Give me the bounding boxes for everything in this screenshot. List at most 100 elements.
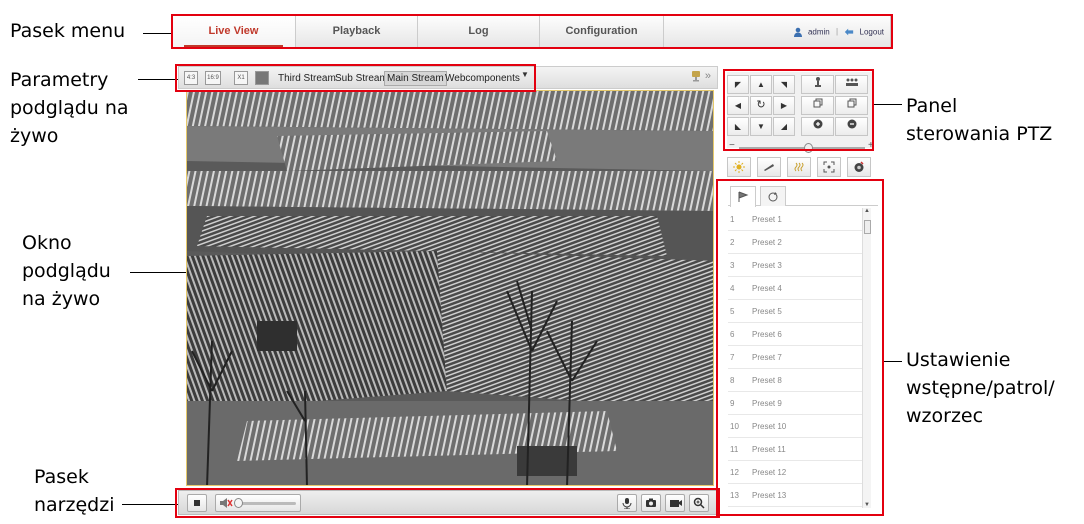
aspect-4-3-button[interactable]: 4:3 — [184, 71, 198, 85]
logout-icon[interactable] — [844, 27, 854, 37]
zoom-in-icon — [814, 77, 821, 87]
preset-name: Preset 5 — [752, 307, 782, 316]
live-view-params-bar: 4:3 16:9 X1 Third Stream Sub Stream Main… — [178, 66, 718, 89]
preset-row[interactable]: 2 Preset 2 — [728, 231, 862, 254]
annotation-line: żywo — [10, 125, 59, 147]
ptz-function-row — [727, 155, 877, 179]
preset-number: 4 — [730, 284, 735, 293]
focus-near-button[interactable] — [801, 96, 834, 115]
iris-close-button[interactable] — [835, 117, 868, 136]
original-size-button[interactable]: X1 — [234, 71, 248, 85]
figure: Pasek menu Parametry podglądu na żywo Ok… — [0, 0, 1084, 524]
toolbar — [178, 490, 718, 515]
tab-patrol[interactable] — [760, 186, 786, 206]
ptz-down-right-button[interactable]: ◢ — [773, 117, 795, 136]
digital-zoom-button[interactable] — [689, 494, 709, 512]
scroll-thumb[interactable] — [864, 220, 871, 234]
preset-row[interactable]: 1 Preset 1 — [728, 208, 862, 231]
sub-stream-button[interactable]: Sub Stream — [333, 71, 390, 86]
capture-button[interactable] — [641, 494, 661, 512]
preset-name: Preset 4 — [752, 284, 782, 293]
one-touch-focus-button[interactable] — [817, 157, 841, 177]
zoom-icon — [693, 497, 705, 509]
ptz-left-button[interactable]: ◀ — [727, 96, 749, 115]
audio-control — [215, 494, 301, 512]
heat-icon — [794, 162, 804, 172]
annotation-preset: Ustawienie wstępne/patrol/ wzorzec — [906, 346, 1055, 430]
preset-row[interactable]: 11 Preset 11 — [728, 438, 862, 461]
live-view-window[interactable] — [186, 90, 714, 486]
preset-row[interactable]: 12 Preset 12 — [728, 461, 862, 484]
wiper-button[interactable] — [757, 157, 781, 177]
heater-button[interactable] — [787, 157, 811, 177]
speed-plus-label: + — [868, 140, 874, 151]
preset-number: 8 — [730, 376, 735, 385]
focus-far-button[interactable] — [835, 96, 868, 115]
ptz-auto-button[interactable]: ↻ — [750, 96, 772, 115]
preset-row[interactable]: 8 Preset 8 — [728, 369, 862, 392]
separator: | — [835, 27, 839, 37]
record-button[interactable] — [665, 494, 685, 512]
preset-row[interactable]: 5 Preset 5 — [728, 300, 862, 323]
username: admin — [807, 27, 830, 37]
zoom-in-button[interactable] — [801, 75, 834, 94]
ptz-down-button[interactable]: ▼ — [750, 117, 772, 136]
preset-name: Preset 8 — [752, 376, 782, 385]
tab-preset[interactable] — [730, 186, 756, 207]
zoom-out-button[interactable] — [835, 75, 868, 94]
speed-track[interactable] — [739, 147, 865, 149]
menu-bar: Live View Playback Log Configuration adm… — [171, 15, 891, 48]
preset-number: 12 — [730, 468, 739, 477]
preset-number: 11 — [730, 445, 739, 454]
tab-playback[interactable]: Playback — [296, 16, 418, 47]
video-record-icon — [670, 500, 682, 507]
iris-close-icon — [847, 119, 856, 129]
chevron-down-icon[interactable]: ▼ — [521, 70, 529, 79]
preset-row[interactable]: 3 Preset 3 — [728, 254, 862, 277]
microphone-button[interactable] — [617, 494, 637, 512]
ptz-right-button[interactable]: ▶ — [773, 96, 795, 115]
speaker-muted-icon[interactable] — [219, 496, 233, 510]
ptz-up-right-button[interactable]: ◥ — [773, 75, 795, 94]
volume-slider[interactable] — [236, 502, 296, 505]
iris-open-button[interactable] — [801, 117, 834, 136]
tab-configuration[interactable]: Configuration — [540, 16, 664, 47]
light-button[interactable] — [727, 157, 751, 177]
preset-name: Preset 6 — [752, 330, 782, 339]
plugin-select[interactable]: Webcomponents — [443, 71, 522, 86]
stop-icon — [194, 500, 200, 506]
volume-thumb[interactable] — [234, 498, 243, 508]
preset-row[interactable]: 6 Preset 6 — [728, 323, 862, 346]
preset-scrollbar[interactable]: ▲ ▼ — [862, 208, 871, 508]
third-stream-button[interactable]: Third Stream — [276, 71, 338, 86]
preset-row[interactable]: 13 Preset 13 — [728, 484, 862, 507]
preset-row[interactable]: 9 Preset 9 — [728, 392, 862, 415]
ptz-up-left-button[interactable]: ◤ — [727, 75, 749, 94]
stop-button[interactable] — [187, 494, 207, 512]
aspect-16-9-button[interactable]: 16:9 — [205, 71, 221, 85]
preset-row[interactable]: 4 Preset 4 — [728, 277, 862, 300]
scroll-up-icon[interactable]: ▲ — [864, 208, 870, 214]
tab-log[interactable]: Log — [418, 16, 540, 47]
logout-link[interactable]: Logout — [860, 27, 884, 36]
leader-line — [138, 79, 178, 80]
preset-number: 2 — [730, 238, 735, 247]
preset-row[interactable]: 10 Preset 10 — [728, 415, 862, 438]
ptz-expand-button[interactable]: » — [690, 70, 711, 82]
preset-list: 1 Preset 1 2 Preset 2 3 Preset 3 4 Preset 4 5 Pre… — [728, 208, 862, 508]
ptz-down-left-button[interactable]: ◣ — [727, 117, 749, 136]
main-stream-button[interactable]: Main Stream — [384, 71, 447, 86]
focus-far-icon — [847, 98, 856, 108]
preset-row[interactable]: 14Preset 14 — [728, 507, 862, 508]
ptz-up-button[interactable]: ▲ — [750, 75, 772, 94]
leader-line — [884, 361, 902, 362]
preset-row[interactable]: 7 Preset 7 — [728, 346, 862, 369]
leader-line — [143, 33, 171, 34]
lens-init-button[interactable] — [847, 157, 871, 177]
tab-live-view[interactable]: Live View — [172, 16, 296, 47]
ptz-speed-slider[interactable]: − + — [727, 140, 877, 154]
scroll-down-icon[interactable]: ▼ — [864, 502, 870, 508]
speed-thumb[interactable] — [804, 143, 814, 153]
fit-window-button[interactable] — [255, 71, 269, 85]
annotation-line: Parametry — [10, 69, 109, 91]
